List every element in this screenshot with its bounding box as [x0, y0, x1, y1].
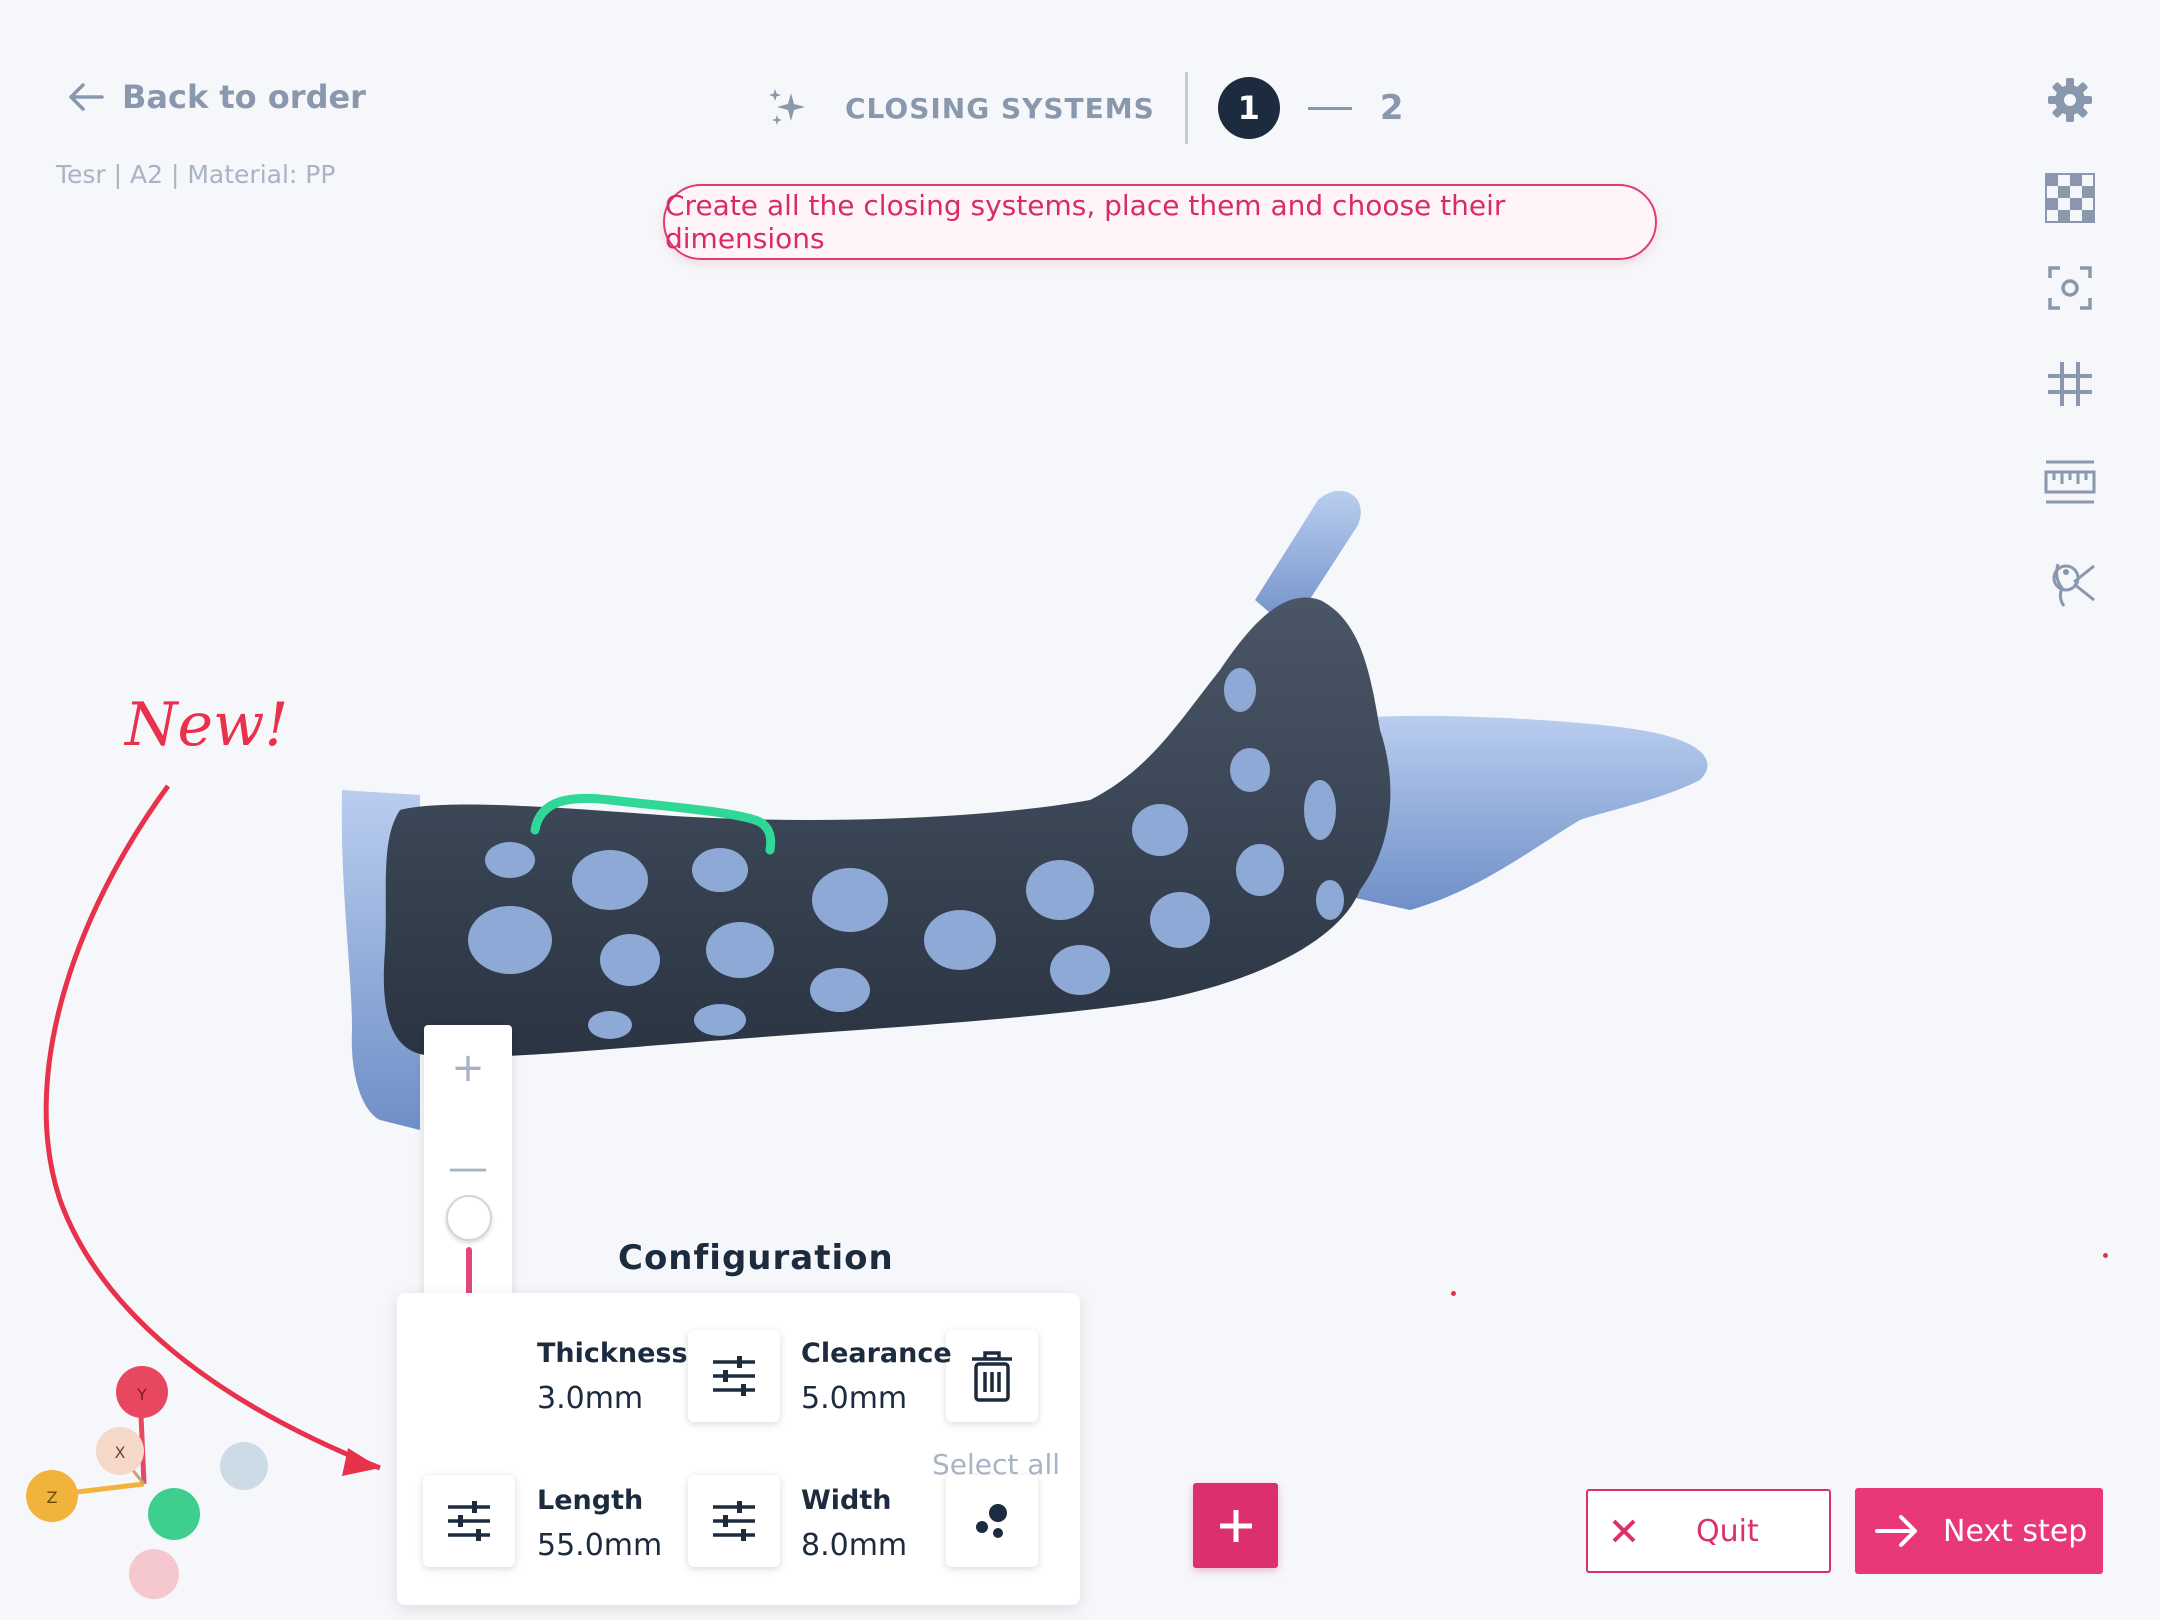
neg-y-handle [129, 1549, 179, 1599]
sliders-icon [448, 1501, 490, 1541]
order-meta: Tesr | A2 | Material: PP [56, 160, 336, 189]
thickness-label: Thickness [537, 1338, 688, 1369]
zoom-out-button[interactable]: — [424, 1143, 512, 1193]
neg-x-handle [220, 1442, 268, 1490]
clearance-adjust-button[interactable] [688, 1330, 780, 1422]
stepper-divider [1184, 72, 1188, 144]
configuration-title: Configuration [618, 1238, 894, 1278]
ruler-icon [2044, 460, 2096, 504]
select-all-label: Select all [932, 1448, 1060, 1481]
thickness-value: 3.0mm [537, 1381, 644, 1416]
trash-icon [972, 1351, 1012, 1402]
x-axis-label: X [115, 1443, 126, 1462]
scene-marker [2103, 1253, 2108, 1258]
sliders-icon [713, 1356, 755, 1396]
axis-gizmo[interactable]: Y X Z [20, 1360, 280, 1610]
stepper: CLOSING SYSTEMS 1 2 [765, 72, 1403, 144]
clearance-label: Clearance [801, 1338, 952, 1369]
arrow-right-icon [1875, 1515, 1917, 1547]
focus-icon [2048, 266, 2092, 310]
grid-icon [2048, 362, 2092, 406]
instruction-banner: Create all the closing systems, place th… [663, 184, 1657, 260]
grid-toggle-button[interactable] [2038, 352, 2102, 416]
step-2-label[interactable]: 2 [1380, 88, 1404, 128]
zoom-in-button[interactable]: + [424, 1043, 512, 1093]
width-adjust-button[interactable] [688, 1475, 780, 1567]
next-step-label: Next step [1943, 1513, 2088, 1549]
section-title: CLOSING SYSTEMS [845, 91, 1155, 125]
neg-z-handle [148, 1488, 200, 1540]
width-value: 8.0mm [801, 1528, 908, 1563]
quit-label: Quit [1696, 1513, 1759, 1549]
new-feature-label: New! [125, 690, 289, 760]
y-axis-label: Y [136, 1385, 147, 1404]
settings-button[interactable] [2038, 68, 2102, 132]
back-label: Back to order [122, 78, 366, 116]
z-axis-label: Z [47, 1488, 58, 1507]
width-label: Width [801, 1485, 892, 1516]
dots-icon [976, 1504, 1007, 1538]
cut-tool-button[interactable] [2038, 552, 2102, 616]
step-connector [1307, 106, 1352, 110]
arrow-left-icon [69, 83, 104, 111]
zoom-slider-thumb[interactable] [446, 1195, 492, 1241]
sparkle-icon [769, 89, 805, 125]
step-1-badge[interactable]: 1 [1217, 77, 1280, 139]
measure-button[interactable] [2038, 450, 2102, 514]
select-all-button[interactable] [946, 1475, 1038, 1567]
back-to-order-link[interactable]: Back to order [68, 78, 366, 116]
quit-button[interactable]: Quit [1586, 1489, 1831, 1573]
next-step-button[interactable]: Next step [1855, 1488, 2103, 1574]
clearance-value: 5.0mm [801, 1381, 908, 1416]
length-label: Length [537, 1485, 644, 1516]
delete-button[interactable] [946, 1330, 1038, 1422]
gear-icon [2048, 78, 2092, 122]
focus-view-button[interactable] [2038, 256, 2102, 320]
scene-marker [1451, 1291, 1456, 1296]
checker-icon [2045, 173, 2095, 223]
add-closing-system-button[interactable] [1193, 1483, 1278, 1568]
sliders-icon [713, 1501, 755, 1541]
close-icon [1612, 1519, 1636, 1543]
texture-toggle-button[interactable] [2038, 166, 2102, 230]
length-value: 55.0mm [537, 1528, 663, 1563]
length-adjust-button[interactable] [423, 1475, 515, 1567]
plus-icon [1219, 1509, 1252, 1542]
body-cut-icon [2052, 563, 2095, 607]
